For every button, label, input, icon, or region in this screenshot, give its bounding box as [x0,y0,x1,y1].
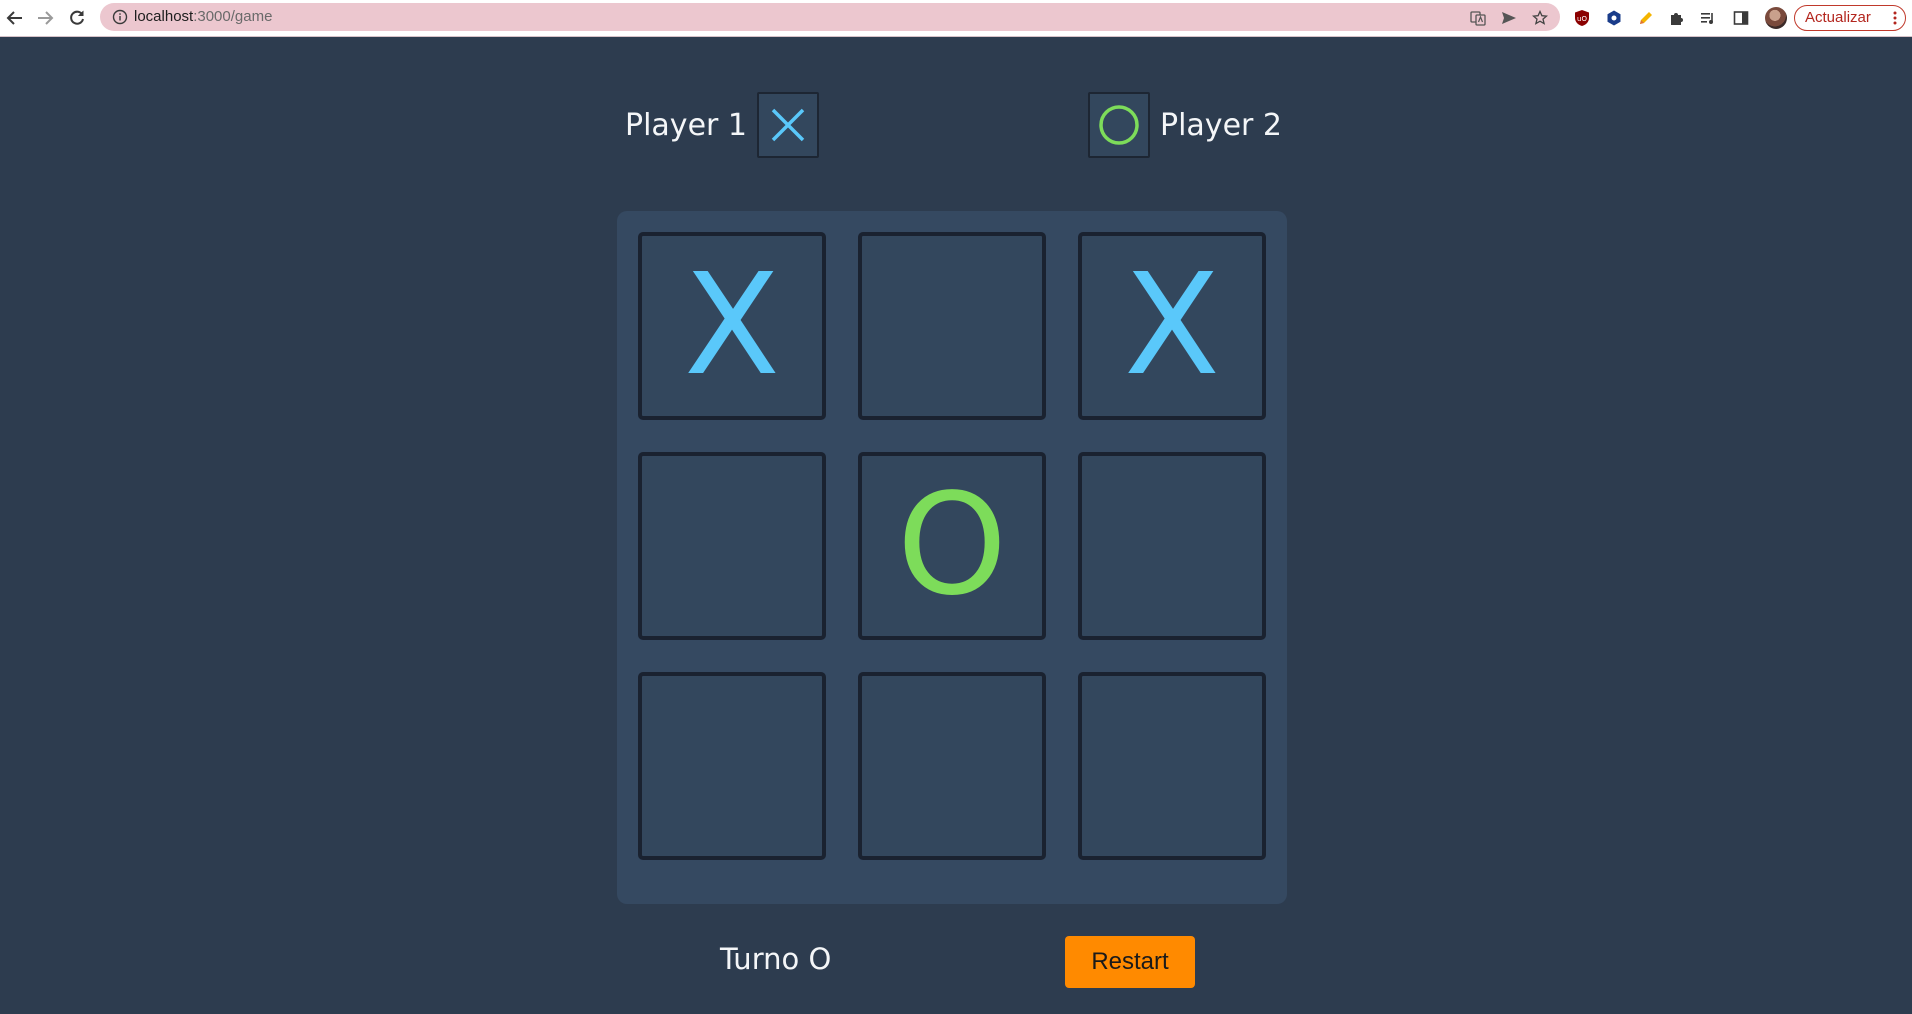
player-2-name: Player 2 [1160,107,1282,143]
cell-1-2[interactable] [1078,452,1266,640]
cell-1-1[interactable]: O [858,452,1046,640]
forward-arrow-icon[interactable] [32,6,58,30]
info-icon[interactable] [112,9,128,25]
player-1-name: Player 1 [625,107,747,143]
turn-indicator: Turno O [720,942,832,976]
update-button-label: Actualizar [1805,9,1871,26]
url-text: localhost:3000/game [134,8,272,26]
cell-0-0-mark: X [684,244,780,407]
game-board: X X O [617,211,1287,904]
kebab-menu-icon[interactable] [1893,11,1897,25]
player-2-panel: Player 2 [1088,90,1282,160]
pencil-icon[interactable] [1636,8,1656,28]
cell-1-1-mark: O [896,464,1008,627]
cell-0-2-mark: X [1124,244,1220,407]
extension-hexagon-icon[interactable] [1604,8,1624,28]
puzzle-icon[interactable] [1667,8,1687,28]
profile-avatar[interactable] [1765,7,1787,29]
o-mark-icon [1099,105,1139,145]
send-icon[interactable] [1500,9,1518,27]
star-icon[interactable] [1531,9,1549,27]
cell-2-0[interactable] [638,672,826,860]
player-1-marker [756,92,819,158]
ublock-icon[interactable]: uO [1572,8,1592,28]
player-1-panel: Player 1 [625,90,819,160]
translate-icon[interactable] [1469,9,1487,27]
reload-icon[interactable] [64,6,90,30]
update-browser-button[interactable]: Actualizar [1794,5,1906,31]
media-queue-icon[interactable] [1698,8,1718,28]
restart-button[interactable]: Restart [1065,936,1195,988]
cell-2-2[interactable] [1078,672,1266,860]
cell-0-2[interactable]: X [1078,232,1266,420]
cell-1-0[interactable] [638,452,826,640]
svg-text:uO: uO [1577,15,1587,23]
side-panel-icon[interactable] [1731,8,1751,28]
url-path: :3000/game [193,8,273,25]
url-host: localhost [134,8,194,25]
cell-0-0[interactable]: X [638,232,826,420]
cell-0-1[interactable] [858,232,1046,420]
cell-2-1[interactable] [858,672,1046,860]
back-arrow-icon[interactable] [2,6,28,30]
browser-toolbar: localhost:3000/game uO Actualizar [0,0,1912,37]
address-bar[interactable]: localhost:3000/game [100,3,1560,31]
x-mark-icon [771,108,805,142]
player-2-marker [1088,92,1150,158]
